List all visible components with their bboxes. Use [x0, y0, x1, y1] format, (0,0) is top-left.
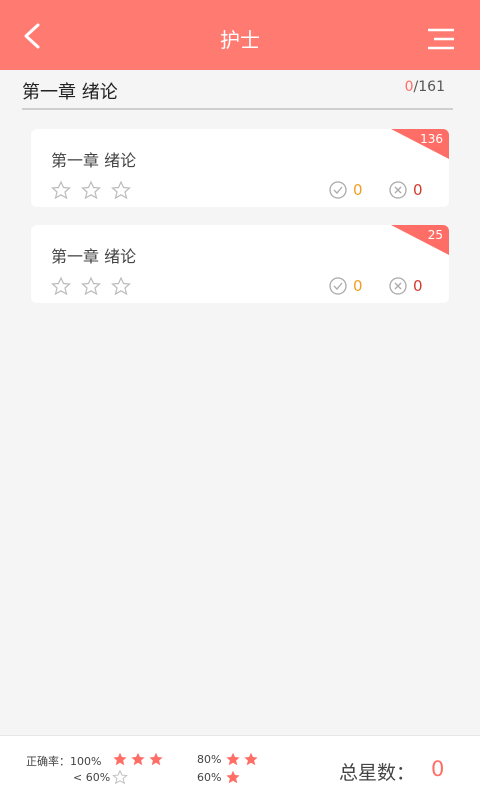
star-outline-icon — [111, 277, 131, 295]
legend-80-label: 80% — [197, 753, 222, 766]
section-card[interactable]: 25 第一章 绪论 0 0 — [31, 225, 449, 303]
star-filled-icon — [149, 752, 163, 766]
total-stars-value: 0 — [431, 757, 445, 781]
wrong-stat: 0 — [389, 181, 423, 199]
count-badge: 136 — [420, 132, 443, 146]
wrong-count: 0 — [413, 277, 423, 295]
legend-60-stars — [225, 770, 241, 784]
star-rating — [51, 277, 131, 295]
star-rating — [51, 181, 131, 199]
top-bar: 护士 — [0, 0, 480, 70]
correct-stat: 0 — [329, 277, 363, 295]
section-title: 第一章 绪论 — [51, 151, 137, 170]
legend-100-stars — [112, 752, 164, 766]
star-filled-icon — [226, 752, 240, 766]
star-filled-icon — [131, 752, 145, 766]
chapter-header: 第一章 绪论 0/161 — [22, 72, 453, 110]
wrong-stat: 0 — [389, 277, 423, 295]
section-title: 第一章 绪论 — [51, 247, 137, 266]
progress-done: 0 — [404, 79, 414, 95]
correct-count: 0 — [353, 277, 363, 295]
close-circle-icon — [389, 181, 407, 199]
wrong-count: 0 — [413, 181, 423, 199]
progress-total: /161 — [413, 79, 445, 95]
star-outline-icon — [51, 277, 71, 295]
star-outline-icon — [81, 181, 101, 199]
menu-icon[interactable] — [426, 28, 456, 50]
check-circle-icon — [329, 277, 347, 295]
footer-legend: 正确率：100% 80% < 60% 60% 总星数： 0 — [0, 735, 480, 800]
star-outline-icon — [51, 181, 71, 199]
legend-60-label: 60% — [197, 771, 222, 784]
legend-100-label: 正确率：100% — [26, 755, 102, 768]
section-card[interactable]: 136 第一章 绪论 0 0 — [31, 129, 449, 207]
star-outline-icon — [111, 181, 131, 199]
star-filled-icon — [244, 752, 258, 766]
legend-80-stars — [225, 752, 259, 766]
chapter-progress: 0/161 — [405, 79, 445, 95]
chapter-title: 第一章 绪论 — [22, 82, 118, 103]
page-title: 护士 — [220, 28, 260, 52]
legend-lt60-stars — [112, 770, 128, 784]
close-circle-icon — [389, 277, 407, 295]
star-filled-icon — [226, 770, 240, 784]
star-outline-icon — [112, 770, 128, 784]
star-outline-icon — [81, 277, 101, 295]
check-circle-icon — [329, 181, 347, 199]
count-badge: 25 — [427, 228, 443, 242]
total-stars-label: 总星数： — [339, 762, 416, 784]
star-filled-icon — [113, 752, 127, 766]
legend-lt60-label: < 60% — [73, 771, 111, 784]
correct-stat: 0 — [329, 181, 363, 199]
correct-count: 0 — [353, 181, 363, 199]
